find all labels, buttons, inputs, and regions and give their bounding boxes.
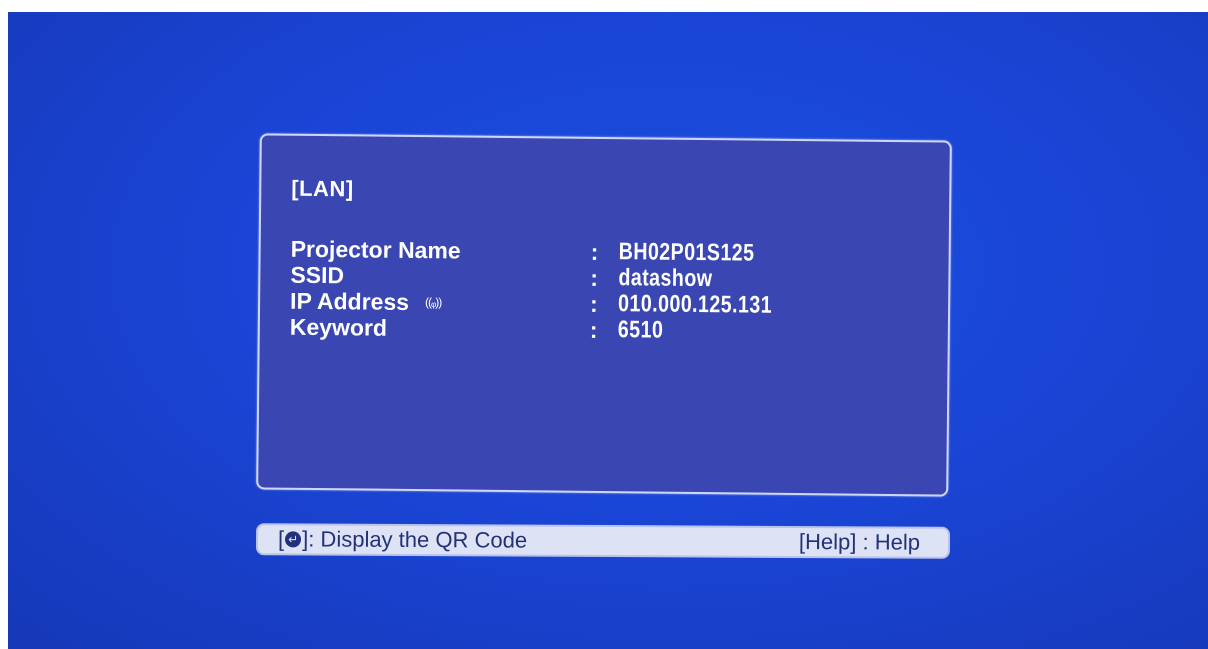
info-rows: Projector Name : BH02P01S125 SSID : data… bbox=[289, 235, 807, 345]
keyword-label: Keyword bbox=[289, 313, 388, 341]
projector-name-value: BH02P01S125 bbox=[618, 238, 755, 267]
colon: : bbox=[590, 238, 599, 265]
panel-title: [LAN] bbox=[291, 175, 354, 202]
bracket-open: [ bbox=[277, 526, 285, 552]
enter-key-icon: ↵ bbox=[285, 531, 302, 548]
hint-bar: [ ↵ ]: Display the QR Code [Help] : Help bbox=[255, 523, 951, 559]
help-hint[interactable]: [Help] : Help bbox=[799, 529, 920, 556]
colon: : bbox=[589, 316, 598, 343]
projector-screen: [LAN] Projector Name : BH02P01S125 SSID … bbox=[8, 12, 1208, 649]
ip-address-label: IP Address bbox=[290, 287, 410, 315]
colon: : bbox=[590, 264, 599, 291]
lan-info-panel: [LAN] Projector Name : BH02P01S125 SSID … bbox=[256, 133, 952, 497]
wireless-signal-icon: ((ᵩ)) bbox=[424, 295, 442, 310]
qr-code-hint[interactable]: [ ↵ ]: Display the QR Code bbox=[278, 526, 527, 553]
keyword-value: 6510 bbox=[617, 316, 664, 344]
colon: : bbox=[589, 290, 598, 317]
ssid-value: datashow bbox=[618, 264, 713, 293]
ip-address-value: 010.000.125.131 bbox=[617, 290, 773, 319]
qr-code-hint-label: ]: Display the QR Code bbox=[302, 526, 528, 553]
